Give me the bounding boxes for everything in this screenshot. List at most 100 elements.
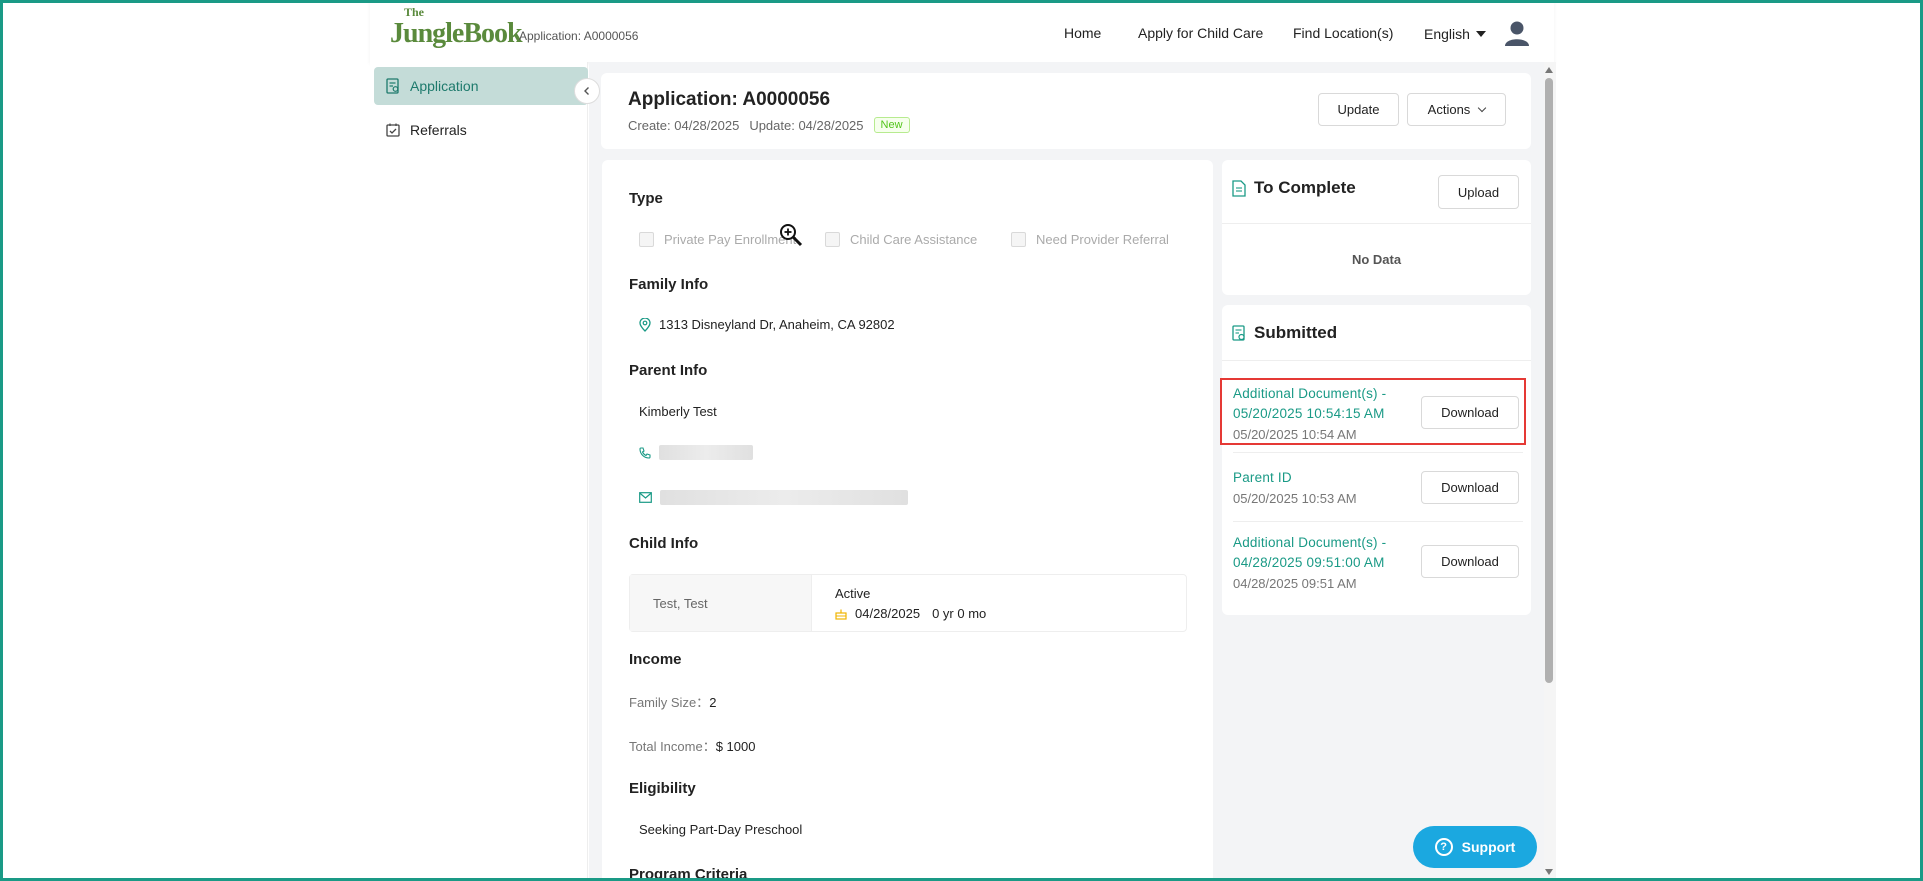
support-label: Support (1461, 839, 1516, 855)
child-status: Active (835, 586, 871, 601)
child-birth-info: 04/28/2025 0 yr 0 mo (835, 606, 986, 621)
scroll-up-arrow-icon[interactable] (1545, 67, 1553, 73)
create-date: Create: 04/28/2025 (628, 117, 740, 133)
sidebar-item-referrals[interactable]: Referrals (374, 111, 588, 149)
document-date: 05/20/2025 10:53 AM (1233, 491, 1357, 506)
divider (1222, 360, 1531, 361)
empty-state: No Data (1351, 252, 1402, 267)
parent-phone (639, 445, 753, 460)
scrollbar-thumb[interactable] (1545, 78, 1553, 683)
cake-icon (835, 609, 847, 620)
to-complete-title: To Complete (1254, 178, 1356, 197)
scroll-down-arrow-icon[interactable] (1545, 869, 1553, 875)
child-age: 0 yr 0 mo (932, 606, 987, 621)
document-date: 04/28/2025 09:51 AM (1233, 576, 1357, 591)
redacted-email (660, 490, 908, 505)
user-avatar-icon[interactable] (1503, 20, 1531, 46)
family-address: 1313 Disneyland Dr, Anaheim, CA 92802 (639, 317, 895, 332)
document-link[interactable]: Additional Document(s) - 05/20/2025 10:5… (1233, 384, 1413, 424)
list-item: Parent ID 05/20/2025 10:53 AM (1233, 468, 1413, 508)
total-income-value: $ 1000 (715, 739, 756, 754)
jungle-book-logo[interactable]: The JungleBook (390, 6, 523, 48)
address-text: 1313 Disneyland Dr, Anaheim, CA 92802 (659, 317, 895, 332)
download-button[interactable]: Download (1421, 545, 1519, 578)
checkbox-label: Child Care Assistance (850, 232, 978, 247)
application-icon (386, 78, 399, 94)
divider (1222, 223, 1531, 224)
redacted-phone (659, 445, 753, 460)
nav-home[interactable]: Home (1064, 25, 1101, 41)
child-info-row[interactable]: Test, Test Active 04/28/2025 0 yr 0 mo (629, 574, 1187, 632)
child-care-assistance-checkbox[interactable]: Child Care Assistance (825, 232, 977, 247)
download-button[interactable]: Download (1421, 471, 1519, 504)
sidebar-item-label: Referrals (410, 122, 467, 138)
program-criteria-title: Program Criteria (629, 866, 748, 881)
application-details-card: Type Private Pay Enrollment Child Care A… (602, 160, 1213, 881)
checkbox-box (639, 232, 654, 247)
family-size: Family Size：2 (629, 692, 716, 711)
header-application-label: Application: A0000056 (519, 29, 639, 43)
parent-name: Kimberly Test (639, 404, 717, 419)
zoom-cursor-icon (780, 224, 803, 247)
submitted-title: Submitted (1254, 323, 1338, 342)
language-label: English (1424, 26, 1470, 42)
sidebar-item-application[interactable]: Application (374, 67, 588, 105)
eligibility-title: Eligibility (629, 780, 696, 797)
submitted-header: Submitted (1232, 323, 1337, 343)
sidebar-collapse-button[interactable] (574, 78, 600, 104)
question-icon: ? (1434, 838, 1453, 856)
checkbox-box (825, 232, 840, 247)
list-item: Additional Document(s) - 04/28/2025 09:5… (1233, 533, 1413, 593)
checkbox-label: Need Provider Referral (1036, 232, 1169, 247)
family-size-value: 2 (709, 695, 717, 710)
referrals-icon (386, 123, 400, 137)
document-icon (1232, 179, 1246, 197)
total-income: Total Income：$ 1000 (629, 736, 755, 755)
support-button[interactable]: ? Support (1413, 826, 1537, 868)
child-info-title: Child Info (629, 535, 699, 552)
parent-email (639, 490, 908, 505)
need-provider-referral-checkbox[interactable]: Need Provider Referral (1011, 232, 1169, 247)
child-dob: 04/28/2025 (855, 606, 921, 621)
parent-info-title: Parent Info (629, 362, 708, 379)
total-income-label: Total Income： (629, 739, 716, 754)
to-complete-header: To Complete (1232, 178, 1356, 198)
submitted-document-icon (1232, 324, 1245, 341)
email-icon (639, 492, 652, 503)
actions-label: Actions (1427, 102, 1471, 117)
checkbox-box (1011, 232, 1026, 247)
caret-down-icon (1475, 31, 1486, 37)
sidebar: Application Referrals (370, 62, 588, 881)
language-selector[interactable]: English (1424, 26, 1486, 42)
chevron-left-icon (584, 87, 589, 95)
type-section-title: Type (629, 190, 663, 207)
update-button[interactable]: Update (1318, 93, 1399, 126)
upload-button[interactable]: Upload (1438, 175, 1519, 209)
submitted-panel: Submitted Additional Document(s) - 05/20… (1222, 305, 1531, 615)
child-name: Test, Test (630, 575, 812, 631)
phone-icon (639, 446, 651, 459)
sidebar-item-label: Application (410, 78, 479, 94)
application-meta: Create: 04/28/2025 Update: 04/28/2025 Ne… (628, 117, 910, 133)
checkbox-label: Private Pay Enrollment (664, 232, 797, 247)
income-title: Income (629, 651, 682, 668)
nav-apply-for-child-care[interactable]: Apply for Child Care (1138, 25, 1263, 41)
nav-find-locations[interactable]: Find Location(s) (1293, 25, 1393, 41)
chevron-down-icon (1478, 103, 1487, 112)
family-size-label: Family Size： (629, 695, 710, 710)
document-link[interactable]: Parent ID (1233, 468, 1413, 488)
eligibility-value: Seeking Part-Day Preschool (639, 822, 803, 837)
status-badge: New (873, 117, 910, 133)
page-title: Application: A0000056 (628, 89, 831, 110)
actions-dropdown-button[interactable]: Actions (1407, 93, 1506, 126)
divider (1233, 452, 1523, 453)
to-complete-panel: To Complete Upload No Data (1222, 160, 1531, 295)
family-info-title: Family Info (629, 276, 709, 293)
update-date: Update: 04/28/2025 (749, 117, 864, 133)
divider (1233, 521, 1523, 522)
list-item: Additional Document(s) - 05/20/2025 10:5… (1233, 384, 1413, 444)
document-date: 05/20/2025 10:54 AM (1233, 427, 1357, 442)
document-link[interactable]: Additional Document(s) - 04/28/2025 09:5… (1233, 533, 1413, 573)
download-button[interactable]: Download (1421, 396, 1519, 429)
private-pay-enrollment-checkbox[interactable]: Private Pay Enrollment (639, 232, 796, 247)
